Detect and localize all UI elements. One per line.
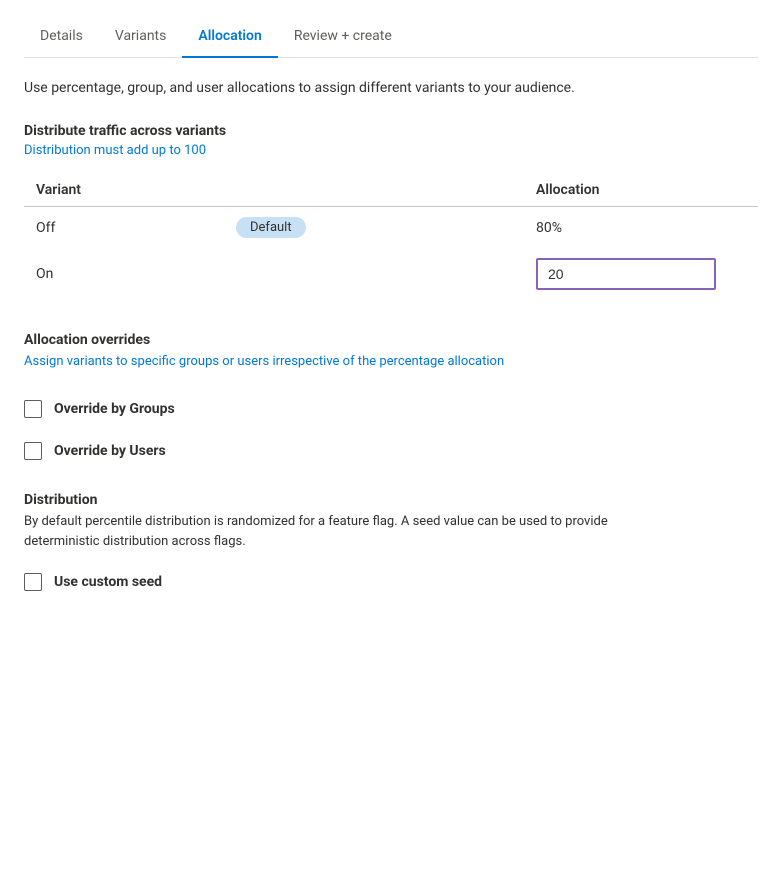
tab-variants[interactable]: Variants [99, 16, 183, 58]
main-container: Details Variants Allocation Review + cre… [0, 0, 782, 631]
allocation-off-value: 80% [524, 207, 758, 249]
table-row: Off Default 80% [24, 207, 758, 249]
default-badge: Default [236, 217, 306, 238]
traffic-section-subtitle: Distribution must add up to 100 [24, 143, 758, 158]
distribution-section-description: By default percentile distribution is ra… [24, 512, 674, 554]
variant-on-label: On [24, 248, 224, 300]
allocation-table: Variant Allocation Off Default 80% [24, 174, 758, 300]
override-users-item[interactable]: Override by Users [24, 442, 758, 460]
tab-allocation[interactable]: Allocation [182, 16, 277, 58]
overrides-section: Allocation overrides Assign variants to … [24, 332, 758, 460]
table-row: On [24, 248, 758, 300]
override-groups-label: Override by Groups [54, 401, 175, 417]
page-description: Use percentage, group, and user allocati… [24, 78, 758, 99]
col-variant-header: Variant [24, 174, 224, 207]
override-groups-item[interactable]: Override by Groups [24, 400, 758, 418]
custom-seed-label: Use custom seed [54, 574, 162, 590]
traffic-section-title: Distribute traffic across variants [24, 123, 758, 139]
default-badge-cell: Default [224, 207, 524, 249]
custom-seed-checkbox[interactable] [24, 573, 42, 591]
allocation-off-text: 80% [536, 220, 562, 236]
traffic-section: Distribute traffic across variants Distr… [24, 123, 758, 300]
overrides-section-description: Assign variants to specific groups or us… [24, 352, 758, 372]
col-allocation-header: Allocation [524, 174, 758, 207]
tab-review-create[interactable]: Review + create [278, 16, 408, 58]
overrides-section-title: Allocation overrides [24, 332, 758, 348]
allocation-on-input[interactable] [536, 258, 716, 290]
tab-details[interactable]: Details [24, 16, 99, 58]
override-groups-checkbox[interactable] [24, 400, 42, 418]
allocation-on-cell [524, 248, 758, 300]
distribution-section: Distribution By default percentile distr… [24, 492, 758, 592]
tab-bar: Details Variants Allocation Review + cre… [24, 16, 758, 58]
override-users-checkbox[interactable] [24, 442, 42, 460]
override-users-label: Override by Users [54, 443, 166, 459]
custom-seed-item[interactable]: Use custom seed [24, 573, 758, 591]
col-badge-header [224, 174, 524, 207]
variant-off-label: Off [24, 207, 224, 249]
on-badge-cell [224, 248, 524, 300]
distribution-section-title: Distribution [24, 492, 758, 508]
